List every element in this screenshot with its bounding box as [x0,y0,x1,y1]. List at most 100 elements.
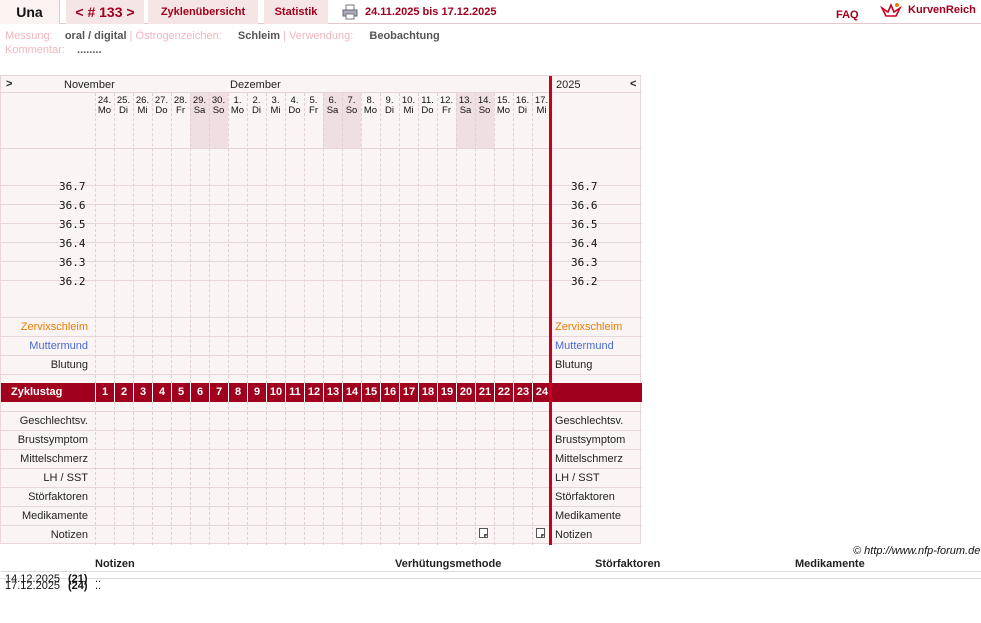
cycle-day-number[interactable]: 5 [171,383,190,402]
temp-gridline [1,185,642,186]
date-range: 24.11.2025 bis 17.12.2025 [365,6,497,18]
cycle-day-number[interactable]: 3 [133,383,152,402]
day-header: 8. Mo [361,96,380,116]
day-header: 24. Mo [95,96,114,116]
entry-day: (24) [68,580,88,592]
day-weekday: Di [252,105,261,116]
temp-gridline [1,223,642,224]
cycle-day-number[interactable]: 6 [190,383,209,402]
nav-prev-button[interactable]: > [6,78,12,90]
cycle-day-number[interactable]: 1 [95,383,114,402]
day-gridline [152,93,153,383]
day-gridline [494,93,495,383]
col-stoerfaktoren: Störfaktoren [595,558,661,570]
cycle-day-number[interactable]: 18 [418,383,437,402]
day-weekday: Sa [326,105,339,116]
cycle-day-number[interactable]: 8 [228,383,247,402]
day-gridline [418,93,419,383]
day-gridline [133,402,134,545]
day-weekday: So [345,105,358,116]
day-header: 27. Do [152,96,171,116]
cycle-day-number[interactable]: 17 [399,383,418,402]
day-header: 25. Di [114,96,133,116]
day-gridline [342,93,343,383]
day-weekday: Do [421,105,434,116]
cycle-selector[interactable]: < # 133 > [66,0,144,24]
cycle-day-number[interactable]: 22 [494,383,513,402]
symptom-label-right: Geschlechtsv. [555,415,624,427]
zyklustag-row: Zyklustag 1 2 3 4 5 6 7 8 9 10 11 12 13 14 15 16 17 18 19 2… [1,383,642,402]
day-gridline [171,402,172,545]
day-gridline [532,93,533,383]
note-icon[interactable] [536,528,545,538]
cycle-day-number[interactable]: 14 [342,383,361,402]
cycle-day-number[interactable]: 4 [152,383,171,402]
copyright[interactable]: © http://www.nfp-forum.de [853,545,980,557]
cycle-overview-tab[interactable]: Zyklenübersicht [148,0,258,24]
day-header: 30. So [209,96,228,116]
messung-label: Messung: [5,30,53,42]
col-medikamente: Medikamente [795,558,865,570]
faq-link[interactable]: FAQ [836,3,859,27]
cycle-day-number[interactable]: 13 [323,383,342,402]
statistics-tab[interactable]: Statistik [264,0,328,24]
cycle-day-number[interactable]: 10 [266,383,285,402]
temp-gridline [1,242,642,243]
day-header: 5. Fr [304,96,323,116]
symptom-label: Geschlechtsv. [19,415,88,427]
month-header: > November Dezember 2025 < [1,76,642,93]
cycle-day-number[interactable]: 15 [361,383,380,402]
temp-label: 36.4 [59,237,86,250]
symptom-label: LH / SST [43,472,88,484]
verwendung-label: Verwendung: [289,30,354,42]
note-icon[interactable] [479,528,488,538]
symptom-label: Störfaktoren [28,491,88,503]
cycle-day-number[interactable]: 23 [513,383,532,402]
symptom-row: Brustsymptom Brustsymptom [1,430,642,449]
day-gridline [513,402,514,545]
day-gridline [247,93,248,383]
cycle-day-number[interactable]: 16 [380,383,399,402]
cycle-day-number[interactable]: 7 [209,383,228,402]
blutung-label: Blutung [50,359,88,371]
symptom-row: Störfaktoren Störfaktoren [1,487,642,506]
day-header: 15. Mo [494,96,513,116]
cycle-day-number[interactable]: 19 [437,383,456,402]
day-header-border [1,148,642,149]
day-weekday: Mi [270,105,281,116]
day-gridline [456,402,457,545]
cycle-day-number[interactable]: 2 [114,383,133,402]
symptom-label-right: LH / SST [555,472,600,484]
verwendung-value: Beobachtung [369,30,440,42]
meta-row-1: Messung: oral / digital | Östrogenzeiche… [5,30,440,42]
kommentar-value: ........ [77,44,102,56]
day-weekday: Mo [97,105,112,116]
day-gridline [209,93,210,383]
day-gridline [475,93,476,383]
day-header: 4. Do [285,96,304,116]
symptom-label: Notizen [50,529,88,541]
cycle-day-number[interactable]: 20 [456,383,475,402]
day-weekday: Do [155,105,168,116]
day-gridline [361,93,362,383]
day-gridline [209,402,210,545]
temp-label-right: 36.2 [571,275,598,288]
day-header: 28. Fr [171,96,190,116]
day-weekday: So [212,105,225,116]
day-header: 11. Do [418,96,437,116]
cycle-day-number[interactable]: 11 [285,383,304,402]
day-gridline [190,93,191,383]
cycle-chart: > November Dezember 2025 < 24. Mo 25. Di 26.… [0,75,642,545]
day-gridline [133,93,134,383]
day-gridline [437,402,438,545]
cycle-day-number[interactable]: 12 [304,383,323,402]
day-gridline [399,402,400,545]
cycle-day-number[interactable]: 21 [475,383,494,402]
cycle-day-number[interactable]: 9 [247,383,266,402]
logo-text[interactable]: KurvenReich [908,0,976,22]
symptom-label-right: Notizen [555,529,593,541]
day-gridline [418,402,419,545]
nav-next-button[interactable]: < [630,78,636,90]
printer-icon[interactable] [342,4,358,20]
day-weekday: Fr [176,105,185,116]
